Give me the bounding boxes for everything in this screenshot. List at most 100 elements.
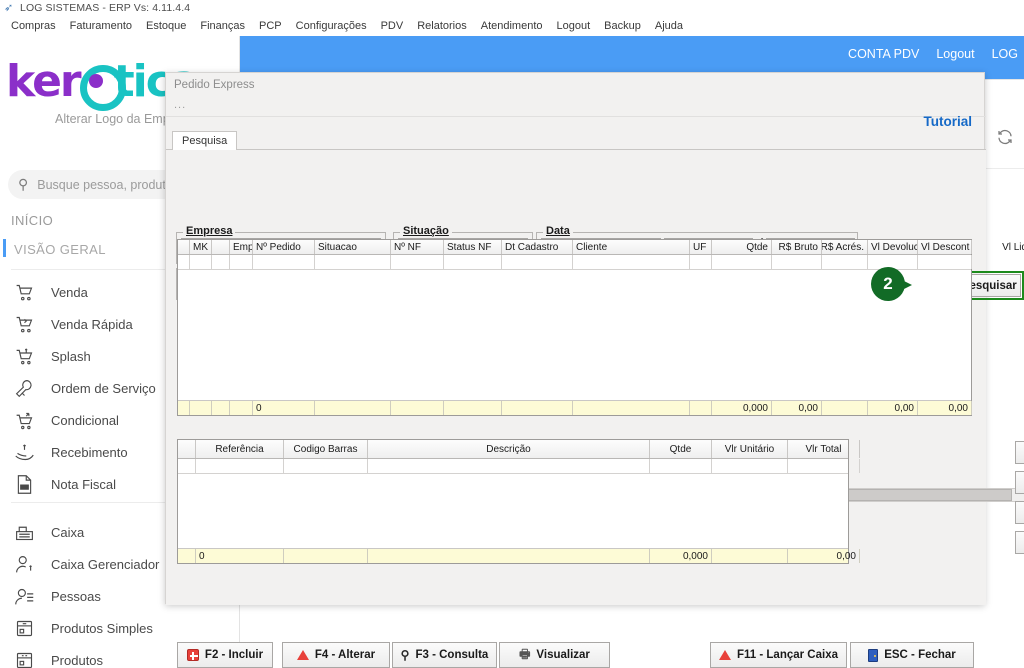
column-header-blank-0[interactable] [178,440,196,458]
filter-cell[interactable] [772,255,822,269]
total-cell: 0,00 [972,401,1024,415]
sidebar-item-visao-geral[interactable]: VISÃO GERAL [14,242,106,257]
filter-cell[interactable] [391,255,444,269]
f4-alterar-label: F4 - Alterar [314,649,376,661]
menu-item-configuracoes[interactable]: Configurações [289,19,374,33]
total-cell [284,549,368,563]
menu-item-ajuda[interactable]: Ajuda [648,19,690,33]
printer-icon: 🖶 [519,646,531,661]
cart-fast-icon [11,312,37,336]
column-header-qtde[interactable]: Qtde [712,240,772,254]
filter-cell[interactable] [178,255,190,269]
column-header-status-nf[interactable]: Status NF [444,240,502,254]
filter-cell[interactable] [196,459,284,473]
column-header-vlr-total[interactable]: Vlr Total [788,440,860,458]
menu-item-estoque[interactable]: Estoque [139,19,193,33]
filter-cell[interactable] [712,255,772,269]
column-header-qtde[interactable]: Qtde [650,440,712,458]
column-header-vl-descont[interactable]: Vl Descont [918,240,972,254]
total-cell: 0,00 [868,401,918,415]
column-header-mk[interactable]: MK [190,240,212,254]
mais-opcoes-button[interactable]: Mais Opções [1015,531,1024,554]
pedido-express-dialog: Pedido Express ... Tutorial Pesquisa Emp… [165,72,1024,668]
erp-menubar[interactable]: Compras Faturamento Estoque Finanças PCP… [0,16,1024,35]
visualizar-button[interactable]: 🖶 Visualizar [499,642,610,668]
tutorial-link[interactable]: Tutorial [924,114,973,129]
window-titlebar: ➶ LOG SISTEMAS - ERP Vs: 4.11.4.4 [0,0,1024,16]
f11-lancar-caixa-button[interactable]: F11 - Lançar Caixa [710,642,847,668]
filter-cell[interactable] [822,255,868,269]
filter-cell[interactable] [650,459,712,473]
f7-estornar-button[interactable]: F7 - Estornar [1015,441,1024,464]
menu-item-compras[interactable]: Compras [4,19,63,33]
total-cell [178,549,196,563]
filter-cell[interactable] [444,255,502,269]
f10-cancelar-button[interactable]: F10 - Cancelar [1015,471,1024,494]
column-header-vlr-unit-rio[interactable]: Vlr Unitário [712,440,788,458]
filter-cell[interactable] [972,255,1024,269]
sidebar-item-produtos-simples[interactable]: Produtos Simples [11,612,233,644]
search-icon: ⚲ [18,176,29,192]
filter-cell[interactable] [788,459,860,473]
filter-cell[interactable] [918,255,972,269]
sidebar-heading-inicio: INÍCIO [11,213,54,228]
filter-cell[interactable] [178,459,196,473]
menu-item-financas[interactable]: Finanças [193,19,252,33]
column-header-descri-o[interactable]: Descrição [368,440,650,458]
column-header-refer-ncia[interactable]: Referência [196,440,284,458]
filter-cell[interactable] [573,255,690,269]
menu-item-logout[interactable]: Logout [550,19,598,33]
sidebar-active-marker [3,239,6,257]
filter-cell[interactable] [230,255,253,269]
esc-fechar-button[interactable]: ESC - Fechar [850,642,974,668]
filter-cell[interactable] [368,459,650,473]
f3-consulta-button[interactable]: ⚲ F3 - Consulta [392,642,497,668]
filter-cell[interactable] [253,255,315,269]
sidebar-label-nota-fiscal: Nota Fiscal [51,476,117,492]
items-grid-filter-row[interactable] [178,459,860,474]
column-header-dt-cadastro[interactable]: Dt Cadastro [502,240,573,254]
column-header-cliente[interactable]: Cliente [573,240,690,254]
filter-cell[interactable] [712,459,788,473]
link-logout[interactable]: Logout [936,47,974,61]
tab-pesquisa[interactable]: Pesquisa [172,131,238,150]
global-search-placeholder: Busque pessoa, produto... [37,177,184,192]
f4-alterar-button[interactable]: F4 - Alterar [282,642,390,668]
orders-grid-header: MK Emp Nº Pedido Situacao Nº NF Status NF Dt C… [178,240,1024,255]
f9-nota-fiscal-button[interactable]: F9 - Nota Fiscal [1015,501,1024,524]
menu-item-pdv[interactable]: PDV [374,19,411,33]
items-grid[interactable]: Referência Codigo Barras Descrição Qtde Vlr … [177,439,860,564]
column-header-n-nf[interactable]: Nº NF [391,240,444,254]
column-header-blank-2[interactable] [212,240,230,254]
filter-cell[interactable] [502,255,573,269]
column-header-n-pedido[interactable]: Nº Pedido [253,240,315,254]
menu-item-atendimento[interactable]: Atendimento [474,19,550,33]
link-log[interactable]: LOG [992,47,1018,61]
column-header-codigo-barras[interactable]: Codigo Barras [284,440,368,458]
refresh-icon[interactable] [996,128,1014,146]
link-conta-pdv[interactable]: CONTA PDV [848,47,919,61]
column-header-emp[interactable]: Emp [230,240,253,254]
menu-item-pcp[interactable]: PCP [252,19,289,33]
f2-incluir-button[interactable]: F2 - Incluir [177,642,273,668]
filter-cell[interactable] [315,255,391,269]
filter-cell[interactable] [284,459,368,473]
menu-item-relatorios[interactable]: Relatorios [410,19,474,33]
column-header-vl-devoluc[interactable]: Vl Devoluc [868,240,918,254]
column-header-blank-0[interactable] [178,240,190,254]
column-header-r-bruto[interactable]: R$ Bruto [772,240,822,254]
column-header-r-acr-s[interactable]: R$ Acrés. [822,240,868,254]
orders-grid-filter-row[interactable] [178,255,972,270]
total-cell [212,401,230,415]
window-title: LOG SISTEMAS - ERP Vs: 4.11.4.4 [20,2,191,14]
menu-item-backup[interactable]: Backup [597,19,648,33]
column-header-situacao[interactable]: Situacao [315,240,391,254]
filter-cell[interactable] [190,255,212,269]
orders-grid[interactable]: MK Emp Nº Pedido Situacao Nº NF Status NF Dt C… [177,239,1024,416]
filter-cell[interactable] [212,255,230,269]
column-header-vl-liquido[interactable]: Vl Liquido [972,240,1024,254]
magnifier-icon: ⚲ [400,648,410,662]
column-header-uf[interactable]: UF [690,240,712,254]
menu-item-faturamento[interactable]: Faturamento [63,19,139,33]
filter-cell[interactable] [690,255,712,269]
